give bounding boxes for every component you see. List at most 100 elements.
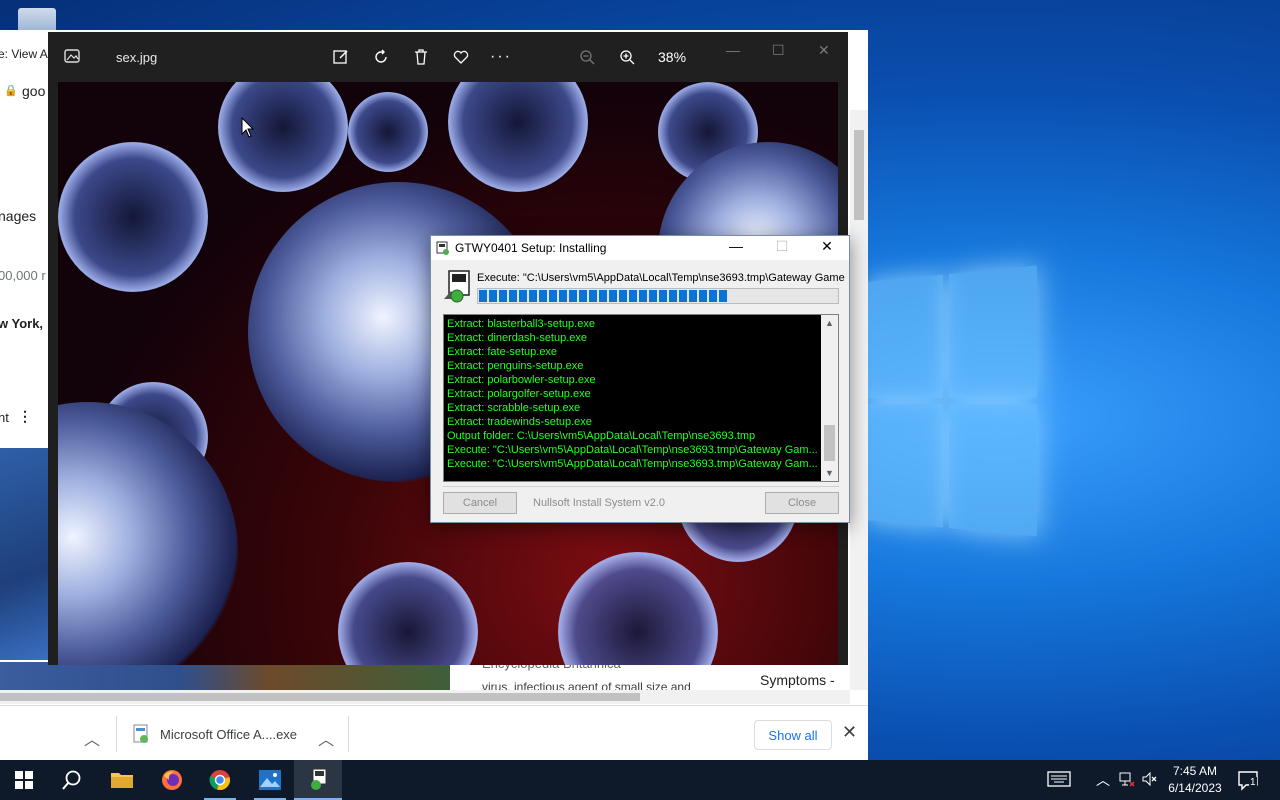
symptoms-link[interactable]: Symptoms -: [760, 672, 835, 688]
close-button[interactable]: Close: [765, 492, 839, 514]
photos-icon: [259, 770, 281, 790]
chevron-up-icon[interactable]: ︿: [84, 726, 100, 750]
clock-time: 7:45 AM: [1172, 764, 1218, 778]
taskbar-chrome[interactable]: [196, 760, 244, 800]
progress-segment: [589, 290, 597, 302]
progress-segment: [489, 290, 497, 302]
log-line: Extract: blasterball3-setup.exe: [447, 318, 595, 330]
progress-segment: [679, 290, 687, 302]
nt-text: nt: [0, 410, 9, 425]
network-icon[interactable]: [1117, 770, 1137, 790]
dialog-close-icon[interactable]: ✕: [812, 238, 842, 255]
progress-segment: [529, 290, 537, 302]
recycle-bin-icon[interactable]: [18, 8, 56, 32]
window-close-icon[interactable]: ✕: [818, 42, 830, 59]
installer-titlebar[interactable]: GTWY0401 Setup: Installing — ☐ ✕: [431, 236, 849, 260]
chrome-visible-strip: e: View A 🔒 goo nages 00,000 r w York, n…: [0, 30, 48, 700]
result-count: 00,000 r: [0, 268, 46, 283]
chrome-tab-title[interactable]: e: View A: [0, 47, 48, 61]
installer-app-icon: [436, 241, 449, 255]
progress-segment: [639, 290, 647, 302]
volume-muted-icon[interactable]: [1140, 770, 1160, 790]
progress-segment: [649, 290, 657, 302]
show-all-button[interactable]: Show all: [754, 720, 832, 750]
download-options-chevron-icon[interactable]: ︿: [318, 726, 334, 750]
folder-icon: [111, 773, 133, 788]
progress-segment: [709, 290, 717, 302]
zoom-in-icon[interactable]: [616, 46, 638, 68]
keyboard-icon[interactable]: [1046, 770, 1072, 790]
show-hidden-icons-chevron-icon[interactable]: ︿: [1093, 770, 1113, 790]
progress-segment: [519, 290, 527, 302]
taskbar-photos[interactable]: [246, 760, 294, 800]
chrome-vertical-scrollbar[interactable]: [850, 110, 868, 690]
system-clock[interactable]: 7:45 AM 6/14/2023: [1160, 763, 1230, 797]
progress-segment: [579, 290, 587, 302]
progress-segment: [569, 290, 577, 302]
rotate-icon[interactable]: [370, 46, 392, 68]
log-line: Extract: polarbowler-setup.exe: [447, 374, 596, 386]
progress-segment: [509, 290, 517, 302]
log-line: Execute: "C:\Users\vm5\AppData\Local\Tem…: [447, 458, 818, 470]
images-tab[interactable]: nages: [0, 208, 36, 224]
edit-icon[interactable]: [330, 46, 352, 68]
favorite-icon[interactable]: [450, 46, 472, 68]
installer-dialog: GTWY0401 Setup: Installing — ☐ ✕ Execute…: [430, 235, 850, 523]
chrome-icon: [209, 770, 230, 790]
result-image-strip[interactable]: [0, 662, 450, 690]
progress-segment: [619, 290, 627, 302]
installer-brand: Nullsoft Install System v2.0: [533, 497, 666, 509]
log-line: Extract: polargolfer-setup.exe: [447, 388, 591, 400]
maximize-icon[interactable]: ☐: [772, 42, 785, 59]
notification-count: 1: [1249, 777, 1257, 788]
location-text: w York,: [0, 316, 44, 331]
minimize-icon[interactable]: —: [721, 238, 751, 254]
more-options-icon[interactable]: ⋮: [18, 408, 32, 425]
taskbar-firefox[interactable]: [148, 760, 196, 800]
progress-segment: [609, 290, 617, 302]
log-scrollbar[interactable]: ▲ ▼: [821, 315, 838, 481]
zoom-out-icon[interactable]: [576, 46, 598, 68]
progress-segment: [479, 290, 487, 302]
download-item[interactable]: Microsoft Office A....exe: [132, 724, 297, 744]
scroll-down-icon[interactable]: ▼: [821, 465, 838, 481]
progress-segment: [719, 290, 727, 302]
scroll-up-icon[interactable]: ▲: [821, 315, 838, 331]
action-center-button[interactable]: 1: [1236, 768, 1260, 792]
taskbar-file-explorer[interactable]: [98, 760, 146, 800]
current-action-text: Execute: "C:\Users\vm5\AppData\Local\Tem…: [477, 272, 845, 284]
log-line: Extract: scrabble-setup.exe: [447, 402, 581, 414]
address-bar[interactable]: goo: [22, 83, 45, 99]
minimize-icon[interactable]: —: [726, 42, 740, 58]
photo-filename: sex.jpg: [116, 50, 158, 65]
download-bar: ︿ Microsoft Office A....exe ︿ Show all ✕: [0, 705, 868, 760]
install-progress-bar: [477, 288, 839, 304]
progress-segment: [499, 290, 507, 302]
progress-segment: [559, 290, 567, 302]
install-log[interactable]: Extract: blasterball3-setup.exe Extract: …: [443, 314, 839, 482]
taskbar-installer[interactable]: [294, 760, 342, 800]
cancel-button[interactable]: Cancel: [443, 492, 517, 514]
progress-segment: [669, 290, 677, 302]
search-button[interactable]: [48, 760, 96, 800]
progress-segment: [629, 290, 637, 302]
installer-computer-icon: [444, 270, 470, 303]
log-line: Extract: penguins-setup.exe: [447, 360, 584, 372]
delete-icon[interactable]: [410, 46, 432, 68]
start-button[interactable]: [0, 760, 48, 800]
log-line: Extract: dinerdash-setup.exe: [447, 332, 588, 344]
progress-segment: [599, 290, 607, 302]
progress-segment: [549, 290, 557, 302]
result-image[interactable]: [0, 448, 48, 660]
chrome-horizontal-scrollbar[interactable]: [0, 690, 850, 704]
log-line: Output folder: C:\Users\vm5\AppData\Loca…: [447, 430, 756, 442]
more-icon[interactable]: ···: [490, 46, 512, 68]
windows-start-icon: [15, 771, 33, 789]
windows-logo-wallpaper: [866, 265, 1037, 537]
close-icon[interactable]: ✕: [842, 722, 857, 743]
progress-segment: [689, 290, 697, 302]
log-line: Extract: tradewinds-setup.exe: [447, 416, 592, 428]
photos-titlebar: sex.jpg ··· 38% — ☐ ✕: [48, 32, 848, 82]
zoom-level[interactable]: 38%: [658, 49, 686, 65]
progress-segment: [539, 290, 547, 302]
